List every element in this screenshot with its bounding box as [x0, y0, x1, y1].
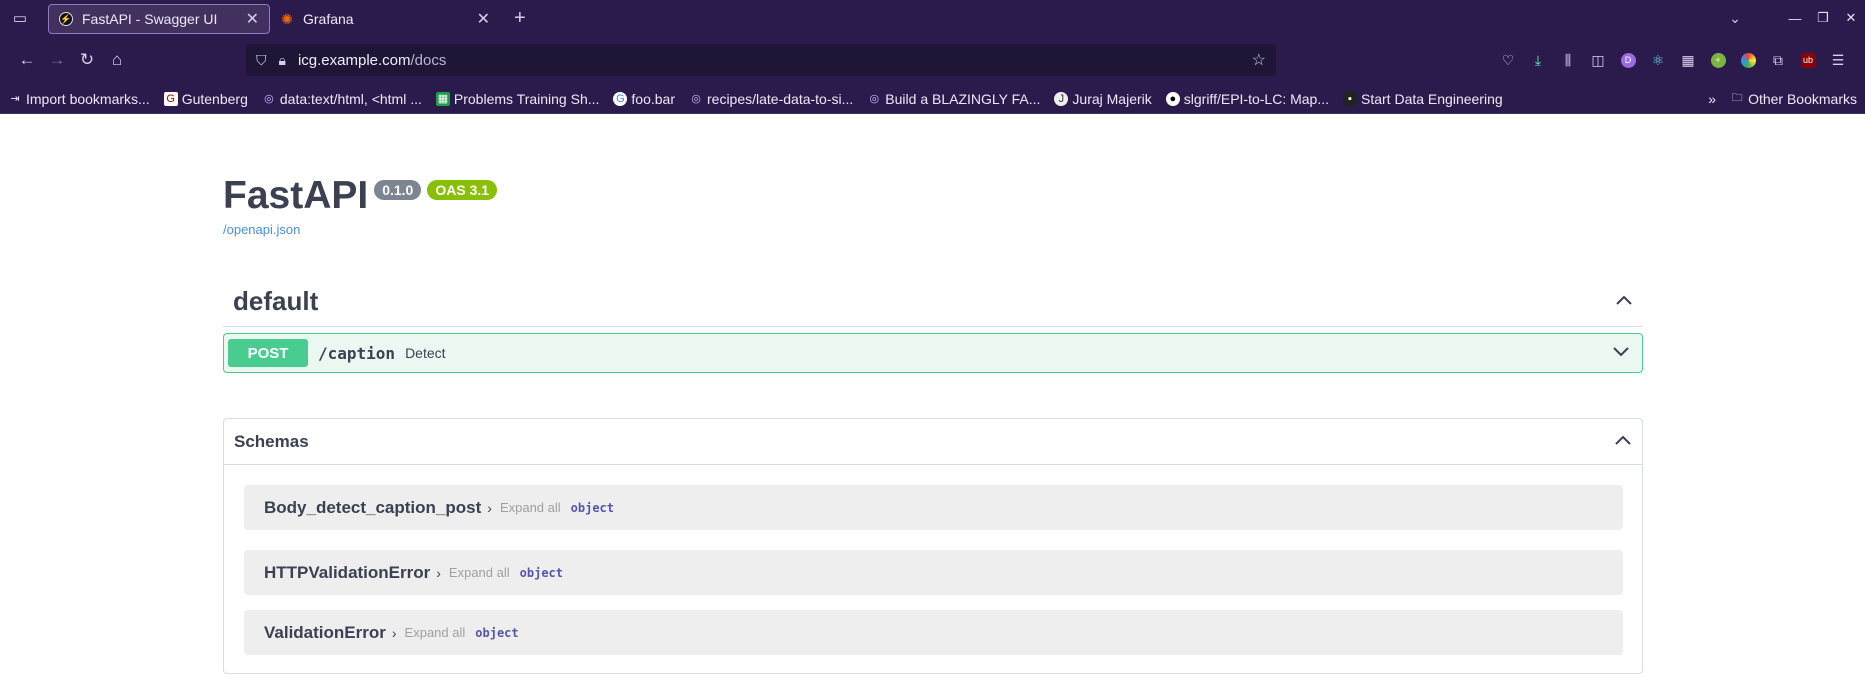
new-tab-icon[interactable]: +: [514, 7, 526, 30]
bookmark-star-icon[interactable]: ☆: [1252, 50, 1266, 70]
lock-icon[interactable]: 🔒︎: [279, 52, 286, 69]
more-bookmarks-icon[interactable]: »: [1708, 91, 1716, 107]
version-badge: 0.1.0: [374, 180, 422, 200]
google-icon: G: [613, 91, 628, 106]
schema-name[interactable]: ValidationError: [264, 623, 386, 643]
extension-d-icon[interactable]: D: [1613, 45, 1643, 75]
bookmark-item[interactable]: ▪ Start Data Engineering: [1343, 91, 1503, 107]
reload-icon[interactable]: ↻: [72, 45, 102, 75]
library-icon[interactable]: ⫼: [1553, 45, 1583, 75]
schemas-section: Schemas Body_detect_caption_post › Expan…: [223, 418, 1643, 674]
expand-all-button[interactable]: Expand all: [405, 625, 466, 640]
tab-title: FastAPI - Swagger UI: [82, 11, 218, 27]
bookmark-item[interactable]: J Juraj Majerik: [1054, 91, 1152, 107]
tab-fastapi[interactable]: ⚡ FastAPI - Swagger UI ✕: [48, 4, 270, 34]
minimize-icon[interactable]: —: [1781, 11, 1809, 26]
sidebar-icon[interactable]: ◫: [1583, 45, 1613, 75]
chevron-right-icon[interactable]: ›: [487, 500, 492, 516]
avatar-icon: J: [1054, 91, 1069, 106]
navigation-toolbar: ← → ↻ ⌂ ⛉ 🔒︎ icg.example.com/docs ☆ ♡ ⤓ …: [0, 36, 1865, 84]
operation-post-caption[interactable]: POST /caption Detect: [223, 333, 1643, 373]
expand-all-button[interactable]: Expand all: [500, 500, 561, 515]
folder-icon: 🗀︎: [1731, 92, 1743, 104]
bookmarks-toolbar: ⇥ Import bookmarks... G Gutenberg ◎ data:te…: [0, 84, 1865, 114]
chevron-right-icon[interactable]: ›: [392, 625, 397, 641]
tag-title: default: [233, 286, 319, 316]
bookmark-item[interactable]: ● slgriff/EPI-to-LC: Map...: [1165, 91, 1329, 107]
schema-row[interactable]: HTTPValidationError › Expand all object: [244, 550, 1623, 595]
extensions-icon[interactable]: ⧉: [1763, 45, 1793, 75]
schema-row[interactable]: ValidationError › Expand all object: [244, 610, 1623, 655]
chevron-right-icon[interactable]: ›: [436, 565, 441, 581]
extension-color-icon[interactable]: [1733, 45, 1763, 75]
globe-icon: ◎: [264, 93, 274, 105]
bookmark-item[interactable]: ◎ data:text/html, <html ...: [262, 91, 422, 107]
operation-summary: Detect: [405, 345, 446, 361]
restore-icon[interactable]: ❐: [1809, 10, 1837, 26]
extension-plus-icon[interactable]: +: [1703, 45, 1733, 75]
bookmark-item[interactable]: ◎ recipes/late-data-to-si...: [689, 91, 853, 107]
chevron-up-icon[interactable]: [1615, 293, 1633, 311]
home-icon[interactable]: ⌂: [102, 45, 132, 75]
gutenberg-icon: G: [163, 91, 178, 106]
close-tab-icon[interactable]: ✕: [246, 9, 259, 29]
schema-type: object: [475, 625, 519, 640]
ublock-icon[interactable]: ub: [1793, 45, 1823, 75]
tag-section-default[interactable]: default: [223, 277, 1643, 327]
downloads-icon[interactable]: ⤓: [1523, 45, 1553, 75]
schemas-header[interactable]: Schemas: [224, 419, 1642, 465]
tab-title: Grafana: [303, 11, 354, 27]
tab-grafana[interactable]: ✺ Grafana ✕: [270, 4, 500, 34]
bookmark-item[interactable]: ▦ Problems Training Sh...: [435, 91, 599, 107]
bookmark-item[interactable]: ◎ Build a BLAZINGLY FA...: [867, 91, 1040, 107]
bookmark-item[interactable]: ⇥ Import bookmarks...: [8, 91, 149, 107]
extension-grid-icon[interactable]: ▦: [1673, 45, 1703, 75]
chevron-up-icon[interactable]: [1614, 433, 1632, 451]
expand-all-button[interactable]: Expand all: [449, 565, 510, 580]
oas-badge: OAS 3.1: [427, 180, 498, 200]
chevron-down-icon[interactable]: [1612, 344, 1630, 362]
forward-icon[interactable]: →: [42, 45, 72, 75]
site-icon: ▪: [1343, 91, 1357, 106]
url-text[interactable]: icg.example.com/docs: [298, 52, 1252, 69]
schema-type: object: [570, 500, 615, 515]
import-icon: ⇥: [10, 93, 20, 105]
grafana-favicon-icon: ✺: [281, 10, 293, 27]
other-bookmarks[interactable]: 🗀︎ Other Bookmarks: [1730, 91, 1857, 107]
schemas-title: Schemas: [234, 431, 309, 451]
openapi-json-link[interactable]: /openapi.json: [223, 222, 497, 237]
globe-icon: ◎: [869, 93, 880, 105]
schema-name[interactable]: Body_detect_caption_post: [264, 498, 481, 518]
sheets-icon: ▦: [435, 91, 450, 106]
operation-path: /caption: [318, 343, 396, 363]
bookmark-item[interactable]: G Gutenberg: [163, 91, 248, 107]
schema-row[interactable]: Body_detect_caption_post › Expand all ob…: [244, 485, 1623, 530]
fastapi-favicon-icon: ⚡: [59, 12, 73, 26]
back-icon[interactable]: ←: [12, 45, 42, 75]
method-badge: POST: [228, 339, 308, 367]
api-title: FastAPI: [223, 174, 369, 217]
pocket-icon[interactable]: ♡: [1493, 45, 1523, 75]
globe-icon: ◎: [691, 93, 701, 105]
tab-bar: ▭ ⚡ FastAPI - Swagger UI ✕ ✺ Grafana ✕ +…: [0, 0, 1865, 36]
firefox-view-icon[interactable]: ▭: [0, 0, 40, 36]
close-window-icon[interactable]: ✕: [1837, 10, 1865, 26]
address-bar[interactable]: ⛉ 🔒︎ icg.example.com/docs ☆: [246, 44, 1276, 76]
menu-icon[interactable]: ☰: [1823, 45, 1853, 75]
bookmark-item[interactable]: Gfoo.bar: [613, 91, 675, 107]
list-all-tabs-icon[interactable]: ⌄: [1729, 10, 1741, 27]
react-devtools-icon[interactable]: ⚛: [1643, 45, 1673, 75]
schema-type: object: [519, 565, 563, 580]
schema-name[interactable]: HTTPValidationError: [264, 563, 430, 583]
api-info: FastAPI 0.1.0 OAS 3.1 /openapi.json: [223, 174, 498, 237]
close-tab-icon[interactable]: ✕: [477, 9, 490, 29]
shield-icon[interactable]: ⛉: [256, 52, 267, 69]
github-icon: ●: [1165, 91, 1180, 106]
